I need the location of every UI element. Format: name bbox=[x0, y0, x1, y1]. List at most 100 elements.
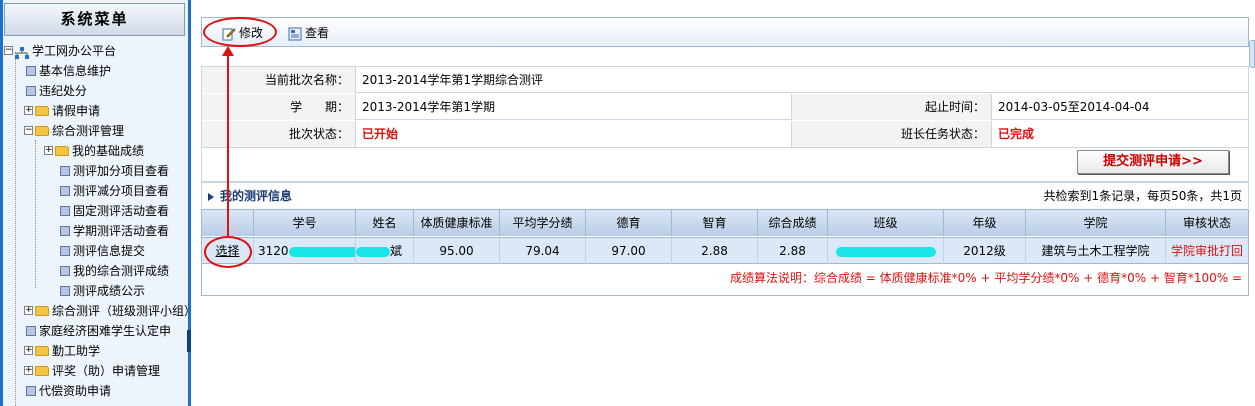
college-cell: 建筑与土木工程学院 bbox=[1026, 238, 1166, 264]
health-cell: 95.00 bbox=[414, 238, 500, 264]
folder-open-icon bbox=[35, 125, 49, 136]
col-college: 学院 bbox=[1026, 210, 1166, 236]
page-icon bbox=[26, 385, 36, 396]
sidebar-item-compensation-aid[interactable]: 代偿资助申请 bbox=[26, 380, 111, 400]
collapse-icon[interactable]: − bbox=[4, 46, 13, 55]
batch-status-label: 批次状态： bbox=[202, 121, 356, 147]
sidebar-item-basic-info[interactable]: 基本信息维护 bbox=[26, 60, 111, 80]
col-intellect: 智育 bbox=[672, 210, 758, 236]
section-header: 我的测评信息 共检索到1条记录，每页50条，共1页 bbox=[201, 182, 1249, 208]
student-id-cell: 3120 bbox=[254, 238, 356, 264]
redaction-mask bbox=[356, 246, 390, 257]
expand-icon[interactable]: + bbox=[24, 106, 33, 115]
folder-icon bbox=[55, 145, 69, 156]
expand-icon[interactable]: + bbox=[24, 366, 33, 375]
triangle-right-icon bbox=[208, 192, 214, 201]
semester-value: 2013-2014学年第1学期 bbox=[356, 94, 792, 120]
grade-cell: 2012级 bbox=[944, 238, 1026, 264]
view-icon bbox=[288, 27, 302, 41]
page-icon bbox=[60, 285, 70, 296]
moral-cell: 97.00 bbox=[586, 238, 672, 264]
semester-label: 学 期： bbox=[202, 94, 356, 120]
intellect-cell: 2.88 bbox=[672, 238, 758, 264]
sidebar-item-work-study[interactable]: + 勤工助学 bbox=[24, 340, 100, 360]
batch-name-row: 当前批次名称： 2013-2014学年第1学期综合测评 bbox=[202, 67, 1248, 93]
page-icon bbox=[60, 225, 70, 236]
sidebar-item-semester-activities[interactable]: 学期测评活动查看 bbox=[60, 220, 169, 240]
table-row[interactable]: 选择 3120 斌 95.00 79.04 97.00 2.88 2.88 20… bbox=[202, 237, 1248, 264]
annotation-circle-select bbox=[204, 236, 252, 268]
folder-icon bbox=[35, 305, 49, 316]
total-cell: 2.88 bbox=[758, 238, 828, 264]
evaluation-table: 学号 姓名 体质健康标准 平均学分绩 德育 智育 综合成绩 班级 年级 学院 审… bbox=[201, 209, 1249, 264]
sidebar-item-financial-aid[interactable]: 家庭经济困难学生认定申 bbox=[26, 320, 171, 340]
col-student-id: 学号 bbox=[254, 210, 356, 236]
annotation-circle-edit bbox=[203, 17, 277, 47]
main-content: 修改 查看 当前批次名称： 2013-2014学年第1学期综合测评 学 期： 2… bbox=[191, 0, 1255, 406]
sidebar-item-class-evaluation[interactable]: + 综合测评（班级测评小组） bbox=[24, 300, 188, 320]
record-summary: 共检索到1条记录，每页50条，共1页 bbox=[1043, 189, 1242, 203]
col-class: 班级 bbox=[828, 210, 944, 236]
page-icon bbox=[60, 265, 70, 276]
sidebar-title: 系统菜单 bbox=[4, 3, 185, 36]
sidebar-item-score-publicity[interactable]: 测评成绩公示 bbox=[60, 280, 145, 300]
redaction-mask bbox=[288, 246, 355, 257]
sidebar-item-deduction-items[interactable]: 测评减分项目查看 bbox=[60, 180, 169, 200]
folder-icon bbox=[35, 365, 49, 376]
sidebar-item-fixed-activities[interactable]: 固定测评活动查看 bbox=[60, 200, 169, 220]
monitor-status-label: 班长任务状态： bbox=[792, 121, 992, 147]
sidebar-item-leave[interactable]: + 请假申请 bbox=[24, 100, 100, 120]
menu-tree: − 学工网办公平台 基本信息维护 违纪处分 + 请假申请 − 综合测评管理 + 我的基… bbox=[4, 40, 188, 406]
batch-info-table: 当前批次名称： 2013-2014学年第1学期综合测评 学 期： 2013-20… bbox=[201, 66, 1249, 148]
collapse-icon[interactable]: − bbox=[24, 126, 33, 135]
sidebar: 系统菜单 − 学工网办公平台 基本信息维护 违纪处分 + 请假申请 − 综合测评管理 bbox=[0, 0, 191, 406]
page-icon bbox=[60, 165, 70, 176]
tree-root-label: 学工网办公平台 bbox=[32, 43, 117, 58]
app-window: 系统菜单 − 学工网办公平台 基本信息维护 违纪处分 + 请假申请 − 综合测评管理 bbox=[0, 0, 1255, 406]
period-label: 起止时间： bbox=[792, 94, 992, 120]
period-value: 2014-03-05至2014-04-04 bbox=[998, 100, 1150, 114]
expand-icon[interactable]: + bbox=[44, 146, 53, 155]
toolbar: 修改 查看 bbox=[201, 17, 1249, 47]
network-icon bbox=[15, 45, 29, 59]
folder-icon bbox=[35, 345, 49, 356]
col-gpa: 平均学分绩 bbox=[500, 210, 586, 236]
sidebar-item-my-scores[interactable]: 我的综合测评成绩 bbox=[60, 260, 169, 280]
col-total: 综合成绩 bbox=[758, 210, 828, 236]
col-status: 审核状态 bbox=[1182, 216, 1231, 230]
sidebar-item-bonus-items[interactable]: 测评加分项目查看 bbox=[60, 160, 169, 180]
col-grade: 年级 bbox=[944, 210, 1026, 236]
name-cell: 斌 bbox=[356, 238, 414, 264]
col-moral: 德育 bbox=[586, 210, 672, 236]
sidebar-item-evaluation-mgmt[interactable]: − 综合测评管理 bbox=[24, 120, 124, 140]
page-icon bbox=[26, 65, 36, 76]
page-icon bbox=[60, 205, 70, 216]
sidebar-item-submit-info[interactable]: 测评信息提交 bbox=[60, 240, 145, 260]
batch-name-value: 2013-2014学年第1学期综合测评 bbox=[362, 73, 544, 87]
view-button[interactable]: 查看 bbox=[288, 23, 329, 43]
batch-name-label: 当前批次名称： bbox=[202, 67, 356, 93]
redaction-mask bbox=[835, 246, 936, 257]
status-cell: 学院审批打回 bbox=[1170, 244, 1243, 258]
tree-root[interactable]: − 学工网办公平台 bbox=[4, 40, 116, 60]
expand-icon[interactable]: + bbox=[24, 306, 33, 315]
batch-status-value: 已开始 bbox=[356, 121, 792, 147]
annotation-arrow-line bbox=[227, 52, 229, 238]
page-icon bbox=[60, 185, 70, 196]
page-icon bbox=[60, 245, 70, 256]
expand-icon[interactable]: + bbox=[24, 346, 33, 355]
sidebar-item-awards[interactable]: + 评奖（助）申请管理 bbox=[24, 360, 160, 380]
right-edge-handle[interactable] bbox=[1249, 40, 1255, 68]
gpa-cell: 79.04 bbox=[500, 238, 586, 264]
score-formula-note: 成绩算法说明：综合成绩 = 体质健康标准*0% + 平均学分绩*0% + 德育*… bbox=[201, 263, 1249, 296]
page-icon bbox=[26, 325, 36, 336]
submit-evaluation-button[interactable]: 提交测评申请>> bbox=[1077, 150, 1229, 174]
semester-row: 学 期： 2013-2014学年第1学期 起止时间： 2014-03-05至20… bbox=[202, 94, 1248, 120]
sidebar-item-discipline[interactable]: 违纪处分 bbox=[26, 80, 87, 100]
section-title: 我的测评信息 bbox=[208, 183, 292, 209]
class-cell bbox=[828, 238, 944, 264]
col-name: 姓名 bbox=[356, 210, 414, 236]
col-health: 体质健康标准 bbox=[414, 210, 500, 236]
sidebar-item-basic-scores[interactable]: + 我的基础成绩 bbox=[44, 140, 144, 160]
table-header: 学号 姓名 体质健康标准 平均学分绩 德育 智育 综合成绩 班级 年级 学院 审… bbox=[202, 210, 1248, 236]
